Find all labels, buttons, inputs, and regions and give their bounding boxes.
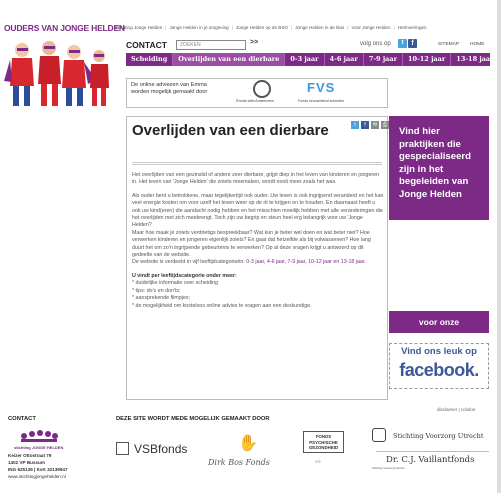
article-paragraph-text: Maar hoe maak je zoiets verdrietigs besp… — [132, 229, 371, 259]
footer-logo-text: stichting JONGE HELDEN — [14, 445, 64, 450]
tab-overlijden[interactable]: Overlijden van een dierbare — [173, 53, 286, 66]
article-paragraph-text: Als ouder bent u betrokkene, maar tegeli… — [132, 192, 384, 229]
vsbfonds-label: VSBfonds — [134, 442, 188, 456]
search-submit-button[interactable]: >> — [250, 39, 258, 46]
tab-0-3[interactable]: 0-3 jaar — [285, 53, 325, 66]
topnav-klas[interactable]: Jonge Helden in de klas — [295, 25, 344, 30]
address-street: Keizer Ottostraat 79 — [8, 453, 52, 458]
voorzorg-utrecht-logo[interactable]: Stichting Voorzorg Utrecht — [393, 432, 484, 440]
nav-separator: | — [393, 25, 395, 30]
sitemap-link[interactable]: SITEMAP — [438, 42, 459, 47]
topnav-stichting[interactable]: Stichting Jonge Helden — [115, 25, 162, 30]
follow-us-label: volg ons op — [360, 41, 391, 47]
scrollbar[interactable] — [497, 0, 501, 493]
footer-divider — [376, 451, 489, 452]
sponsor-text: De online adviezen van Emma worden mogel… — [131, 82, 208, 95]
disclaimer-links[interactable]: disclaimer | colofon — [437, 407, 475, 412]
site-logo-title[interactable]: OUDERS VAN JONGE HELDEN — [4, 23, 125, 33]
tab-4-6[interactable]: 4-6 jaar — [325, 53, 364, 66]
tab-scheiding[interactable]: Scheiding — [126, 53, 174, 66]
vsbfonds-logo[interactable]: VSBfonds — [118, 442, 187, 456]
list-item: * aansprekende filmpjes; — [132, 295, 191, 302]
age-category-links[interactable]: 0-3 jaar, 4-6 jaar, 7-9 jaar, 10-12 jaar… — [246, 259, 366, 265]
nav-separator: | — [347, 25, 349, 30]
fonds-psychische-gezondheid-logo[interactable]: FONDS PSYCHISCHE GEZONDHEID — [303, 431, 344, 453]
article-list: U vindt per leeftijdscategorie onder mee… — [132, 273, 384, 310]
home-link[interactable]: HOME — [470, 42, 484, 47]
category-tabs: Scheiding Overlijden van een dierbare 0-… — [126, 53, 500, 66]
fvs-logo[interactable]: FVS — [307, 80, 335, 95]
voor-onze-banner[interactable]: voor onze — [389, 311, 489, 333]
find-practices-banner[interactable]: Vind hier praktijken die gespecialiseerd… — [389, 116, 489, 220]
twitter-icon[interactable]: t — [398, 39, 407, 48]
ronde-tafel-logo-icon[interactable] — [253, 80, 271, 98]
article-title: Overlijden van een dierbare — [132, 122, 329, 139]
title-divider — [132, 162, 382, 165]
list-item: * tips: do's en don'ts; — [132, 287, 181, 294]
facebook-like-text: Vind ons leuk op — [401, 346, 477, 357]
nav-separator: | — [291, 25, 293, 30]
superhero-kids-image — [4, 36, 112, 112]
footer-contact-heading: CONTACT — [8, 416, 36, 422]
tab-7-9[interactable]: 7-9 jaar — [364, 53, 404, 66]
contact-link[interactable]: CONTACT — [126, 40, 167, 50]
voorzorg-utrecht-icon — [372, 428, 386, 442]
facebook-share-icon[interactable]: f — [361, 121, 369, 129]
tab-13-18[interactable]: 13-18 jaar — [451, 53, 500, 66]
address-city: 1402 VP Bussum — [8, 460, 45, 465]
article-body: Het overlijden van een gezinslid of ande… — [132, 172, 384, 316]
list-item: * duidelijke informatie over scheiding — [132, 280, 218, 287]
footer-address: Keizer Ottostraat 79 1402 VP Bussum ING … — [8, 452, 68, 480]
vaillantfonds-logo[interactable]: Dr. C.J. Vaillantfonds — [386, 455, 474, 465]
article-paragraph: Het overlijden van een gezinslid of ande… — [132, 172, 380, 186]
vaillantfonds-sub: Stichting Voorzorg Utrecht — [372, 466, 405, 470]
topnav-voor[interactable]: Voor Jonge Helden — [351, 25, 390, 30]
nav-separator: | — [165, 25, 167, 30]
article-paragraph-text: De website is verdeeld in vijf leeftijdc… — [132, 259, 245, 266]
article-paragraph: Als ouder bent u betrokkene, maar tegeli… — [132, 193, 384, 267]
hand-icon: ✋ — [238, 435, 258, 452]
topnav-omgeving[interactable]: Jonge Helden in je omgeving — [169, 25, 228, 30]
search-input[interactable]: ZOEKEN — [176, 40, 246, 50]
ronde-tafel-label: Ronde tafel Amstelveen — [236, 99, 274, 103]
twitter-share-icon[interactable]: t — [351, 121, 359, 129]
footer-website-link[interactable]: www.stichtingjongehelden.nl — [8, 474, 66, 479]
facebook-icon[interactable]: f — [408, 39, 417, 48]
top-navigation: Stichting Jonge Helden | Jonge Helden in … — [115, 25, 427, 30]
fvs-label: Fonds verzachtend scheiden — [298, 99, 344, 103]
print-icon[interactable]: ⎙ — [381, 121, 389, 129]
topnav-bso[interactable]: Jonge Helden op de BSO — [236, 25, 288, 30]
list-title: U vindt per leeftijdscategorie onder mee… — [132, 272, 237, 279]
list-item: * de mogelijkheid om kosteloos online ad… — [132, 302, 312, 309]
jonge-helden-logo-icon — [21, 430, 58, 442]
fonds-dots-icon: ◦◦ — [315, 457, 321, 466]
share-buttons: t f ✉ ⎙ — [351, 121, 389, 129]
footer-sponsors-heading: DEZE SITE WORDT MEDE MOGELIJK GEMAAKT DO… — [116, 416, 270, 422]
dirk-bos-fonds-logo[interactable]: Dirk Bos Fonds — [208, 458, 270, 467]
tab-10-12[interactable]: 10-12 jaar — [403, 53, 452, 66]
nav-separator: | — [231, 25, 233, 30]
address-bank: ING 625136 | KvK 32139947 — [8, 467, 68, 472]
facebook-wordmark: facebook. — [399, 360, 479, 380]
topnav-herinneringen[interactable]: Herinneringen — [398, 25, 427, 30]
email-share-icon[interactable]: ✉ — [371, 121, 379, 129]
